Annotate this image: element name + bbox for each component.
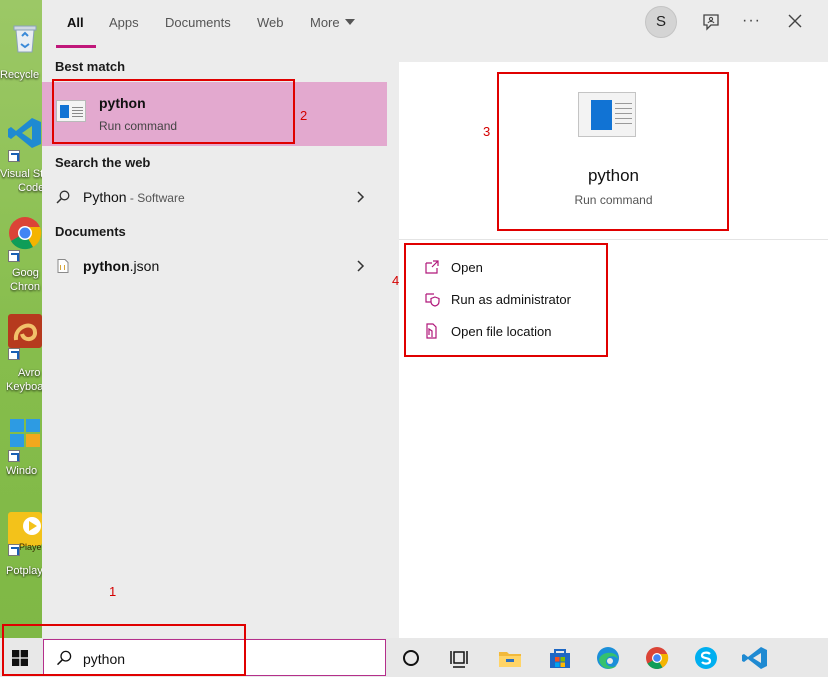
tab-all[interactable]: All [67,15,84,30]
chevron-right-icon[interactable] [355,260,365,272]
feedback-icon[interactable] [702,13,720,31]
shortcut-arrow-icon [8,544,20,556]
skype-button[interactable] [691,643,721,673]
chrome-icon [8,216,42,250]
divider [399,239,828,240]
document-result-label: python.json [83,258,159,274]
desktop-icon-label-line2: Chron [10,281,40,293]
vscode-button[interactable] [740,643,770,673]
desktop-icon-recycle-bin[interactable]: Recycle [0,18,42,88]
annotation-box-1 [2,624,246,676]
microsoft-store-button[interactable] [545,643,575,673]
annotation-box-3 [497,72,729,231]
tab-web[interactable]: Web [257,15,284,30]
tab-documents[interactable]: Documents [165,15,231,30]
desktop-icon-label-line2: Code [18,182,42,194]
skype-icon [695,647,717,669]
tab-more[interactable]: More [310,15,355,30]
web-result-suffix: - Software [126,191,185,205]
more-options-icon[interactable]: ··· [742,12,761,30]
cortana-icon [403,650,419,666]
desktop-icon-label: Potplay [6,565,42,577]
cortana-button[interactable] [396,643,426,673]
active-tab-indicator [56,45,96,48]
filter-tabs: All Apps Documents Web More S ··· [42,0,828,48]
desktop-icon-windows[interactable]: Windo [0,412,42,482]
desktop-icon-potplayer[interactable]: Playe Potplay [0,510,42,580]
desktop-icon-chrome[interactable]: Goog Chron [0,212,42,302]
document-name-rest: .json [129,258,160,274]
vscode-icon [742,647,767,669]
document-result-item[interactable]: python.json [42,249,387,283]
best-match-heading: Best match [55,59,126,74]
potplayer-badge: Playe [19,542,42,552]
annotation-number-2: 2 [300,108,308,123]
shortcut-arrow-icon [8,250,20,262]
shortcut-arrow-icon [8,150,20,162]
web-result-item[interactable]: Python - Software [42,180,387,214]
windows-icon [8,416,42,450]
desktop-icon-avro-keyboard[interactable]: Avro Keyboa [0,312,42,402]
desktop-icon-label: Windo [6,465,38,477]
file-explorer-button[interactable] [495,643,525,673]
desktop-icon-label: Visual St [0,168,42,180]
shortcut-arrow-icon [8,450,20,462]
web-result-label: Python - Software [83,189,185,205]
microsoft-store-icon [550,649,570,668]
document-name-match: python [83,258,130,274]
desktop-icon-label-line2: Keyboa [6,381,42,393]
avatar[interactable]: S [645,6,677,38]
chevron-right-icon[interactable] [355,191,365,203]
search-web-heading: Search the web [55,155,151,170]
desktop-icon-label: Recycle [0,69,40,81]
chrome-icon [646,647,669,669]
annotation-number-1: 1 [109,584,117,599]
documents-heading: Documents [55,224,126,239]
annotation-box-4 [404,243,608,357]
document-icon [57,259,69,273]
task-view-icon [450,651,468,668]
desktop-icon-label: Avro [18,367,41,379]
desktop-icon-vscode[interactable]: Visual St Code [0,112,42,202]
tab-more-label: More [310,15,340,30]
file-explorer-icon [499,652,521,667]
desktop-icon-label: Goog [12,267,39,279]
chevron-down-icon [344,19,355,25]
annotation-box-2 [52,79,295,144]
web-result-main: Python [83,189,127,205]
edge-button[interactable] [593,643,623,673]
chrome-button[interactable] [642,643,672,673]
annotation-number-3: 3 [483,124,491,139]
avro-keyboard-icon [8,314,42,348]
close-icon[interactable] [787,13,803,29]
annotation-number-4: 4 [392,273,400,288]
task-view-button[interactable] [444,643,474,673]
shortcut-arrow-icon [8,348,20,360]
desktop-background: Recycle Visual St Code Goog Chron Avro K… [0,0,42,638]
search-icon [56,190,70,204]
tab-apps[interactable]: Apps [109,15,139,30]
edge-icon [597,647,619,669]
recycle-bin-icon [8,20,42,54]
vscode-icon [8,116,42,150]
